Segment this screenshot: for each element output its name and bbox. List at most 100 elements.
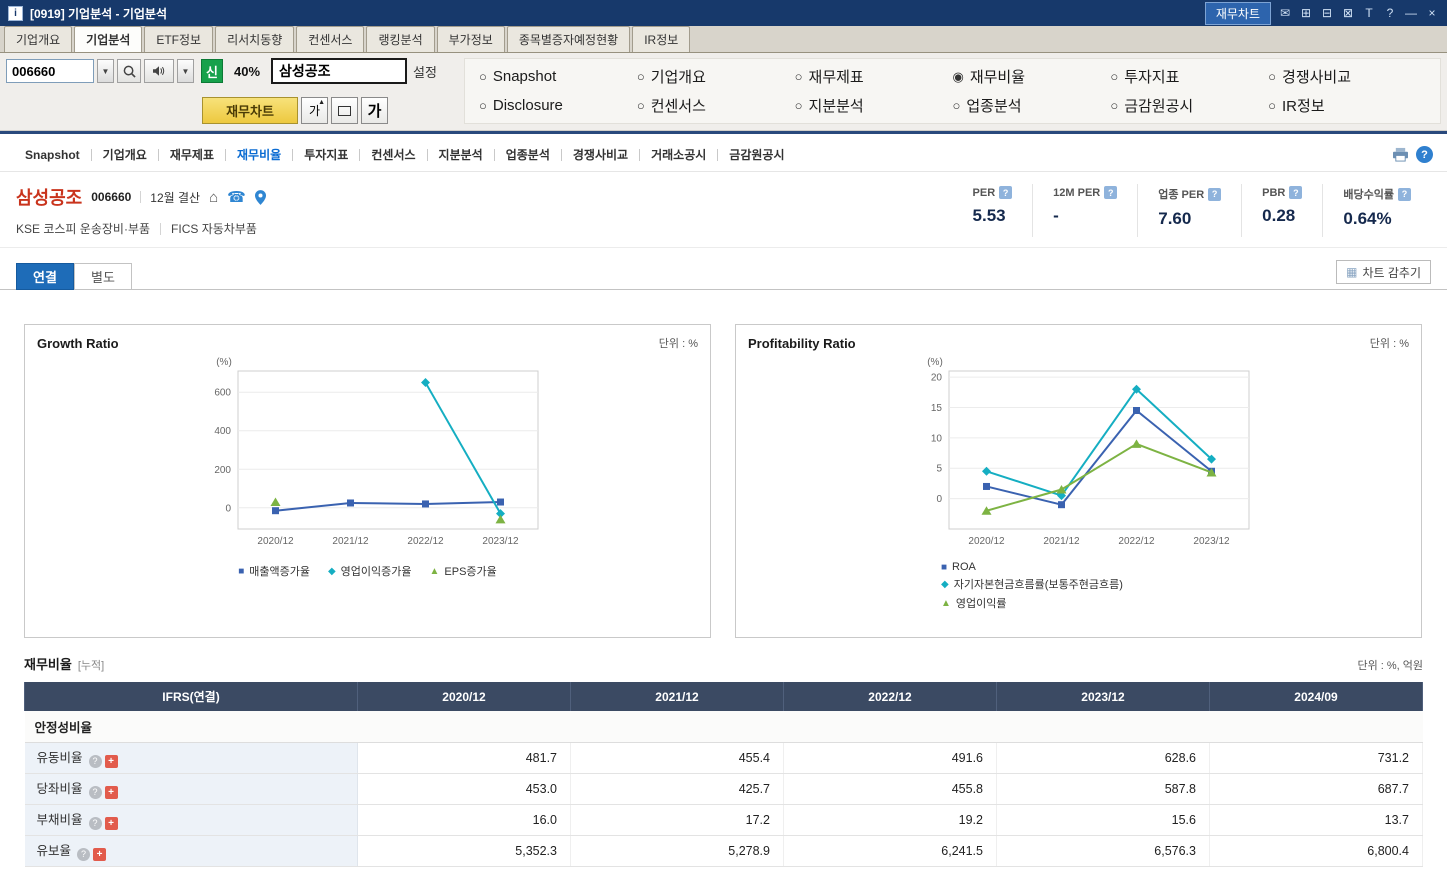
location-pin-icon[interactable] <box>254 189 266 205</box>
metric-value: - <box>1053 206 1059 225</box>
chart-buttons-row: 재무차트 가 ▲ 가 <box>6 97 454 124</box>
radio-unselected-icon: ○ <box>1110 69 1119 84</box>
main-tab-8[interactable]: IR정보 <box>632 26 691 52</box>
radio-option[interactable]: ○ 재무제표 <box>795 66 953 87</box>
help-icon[interactable]: ? <box>88 754 102 768</box>
value-cell: 5,352.3 <box>357 835 571 867</box>
metric: 업종 PER? 7.60 <box>1137 184 1241 237</box>
row-label: 유동비율 <box>36 751 83 765</box>
subnav-item[interactable]: 재무비율 <box>226 146 292 163</box>
profitability-ratio-chart: 0 5 10 15 20 (%) 2020/12 2021/12 2022/12 2023/12 <box>927 357 1249 547</box>
svg-text:2020/12: 2020/12 <box>968 536 1005 547</box>
print-button[interactable] <box>1392 147 1409 162</box>
help-icon[interactable]: ? <box>1398 187 1411 201</box>
legend-item: ▲ 영업이익률 <box>941 595 1421 611</box>
help-icon[interactable]: ? <box>1383 6 1397 20</box>
main-tab-6[interactable]: 부가정보 <box>436 26 505 52</box>
subnav-item[interactable]: 투자지표 <box>293 146 359 163</box>
hide-chart-button[interactable]: ▦ 차트 감추기 <box>1336 260 1431 284</box>
main-tab-7[interactable]: 종목별증자예정현황 <box>506 26 631 52</box>
subnav-actions: ? <box>1392 146 1433 163</box>
legend-label: EPS증가율 <box>444 566 497 578</box>
screen-icon[interactable]: ⊠ <box>1341 6 1355 20</box>
metric-label-row: 12M PER? <box>1053 186 1118 199</box>
view-tabs-row: 연결 별도 ▦ 차트 감추기 <box>0 256 1447 290</box>
svg-text:0: 0 <box>936 494 942 505</box>
help-icon[interactable]: ? <box>1208 187 1222 201</box>
svg-text:(%): (%) <box>216 357 232 368</box>
radio-option[interactable]: ○ 업종분석 <box>952 95 1110 116</box>
row-label-cell: 부채비율? + <box>24 804 358 836</box>
radio-option[interactable]: ○ 투자지표 <box>1110 66 1268 87</box>
main-tab-0[interactable]: 기업개요 <box>4 26 73 52</box>
cascade-windows-icon[interactable]: ⊟ <box>1320 6 1334 20</box>
view-tab[interactable]: 연결 <box>16 263 74 290</box>
font-smaller-button[interactable]: 가 ▲ <box>301 97 328 124</box>
subnav-item[interactable]: 컨센서스 <box>360 146 426 163</box>
view-tab[interactable]: 별도 <box>74 263 132 290</box>
metric-value: 7.60 <box>1158 209 1192 228</box>
main-tab-1[interactable]: 기업분석 <box>74 26 143 52</box>
value-cell: 628.6 <box>996 742 1210 774</box>
stock-controls-row: ▼ ▼ 신 40% 설정 <box>6 58 454 84</box>
expand-icon[interactable]: + <box>104 786 118 799</box>
help-icon[interactable]: ? <box>1289 186 1303 199</box>
help-icon[interactable]: ? <box>999 186 1013 199</box>
table-unit-label: 단위 : %, 억원 <box>1357 660 1423 672</box>
main-tab-4[interactable]: 컨센서스 <box>296 26 365 52</box>
speaker-button[interactable] <box>144 59 174 83</box>
radio-option[interactable]: ○ 컨센서스 <box>637 95 795 116</box>
radio-option[interactable]: ○ Snapshot <box>479 68 637 85</box>
home-icon[interactable]: ⌂ <box>209 189 218 206</box>
stock-code-input[interactable] <box>6 59 94 83</box>
tile-windows-icon[interactable]: ⊞ <box>1299 6 1313 20</box>
search-button[interactable] <box>117 59 141 83</box>
radio-option[interactable]: ○ IR정보 <box>1268 95 1426 116</box>
font-larger-button[interactable]: 가 <box>361 97 388 124</box>
help-icon[interactable]: ? <box>88 785 102 799</box>
subnav-item[interactable]: 경쟁사비교 <box>562 146 639 163</box>
help-button[interactable]: ? <box>1416 146 1433 163</box>
mail-icon[interactable]: ✉ <box>1278 6 1292 20</box>
radio-option[interactable]: ○ 경쟁사비교 <box>1268 66 1426 87</box>
close-icon[interactable]: × <box>1425 6 1439 20</box>
titlebar-finance-chart-button[interactable]: 재무차트 <box>1204 1 1271 25</box>
speaker-dropdown-icon[interactable]: ▼ <box>177 59 194 83</box>
minimize-icon[interactable]: — <box>1404 6 1418 20</box>
column-header: IFRS(연결) <box>24 682 358 711</box>
help-icon[interactable]: ? <box>1104 186 1118 199</box>
expand-icon[interactable]: + <box>104 817 118 830</box>
expand-icon[interactable]: + <box>104 755 118 768</box>
phone-icon[interactable]: ☎ <box>227 188 246 206</box>
subnav-item[interactable]: 업종분석 <box>495 146 561 163</box>
main-tab-2[interactable]: ETF정보 <box>144 26 214 52</box>
main-tab-5[interactable]: 랭킹분석 <box>366 26 435 52</box>
radio-option[interactable]: ◉ 재무비율 <box>952 66 1110 87</box>
help-icon[interactable]: ? <box>88 816 102 830</box>
subnav-item[interactable]: 지분분석 <box>428 146 494 163</box>
radio-option[interactable]: ○ 금감원공시 <box>1110 95 1268 116</box>
financial-table: IFRS(연결) 2020/12 2021/12 2022/12 2023/12 2024… <box>24 682 1423 867</box>
stock-code-dropdown-icon[interactable]: ▼ <box>97 59 114 83</box>
subnav-item[interactable]: 재무제표 <box>159 146 225 163</box>
radio-option[interactable]: ○ 기업개요 <box>637 66 795 87</box>
chart-unit-label: 단위 : % <box>658 338 698 350</box>
subnav-item[interactable]: 거래소공시 <box>640 146 717 163</box>
main-tab-3[interactable]: 리서치동향 <box>215 26 295 52</box>
radio-option[interactable]: ○ 지분분석 <box>795 95 953 116</box>
finance-chart-button[interactable]: 재무차트 <box>202 97 298 124</box>
expand-icon[interactable]: + <box>93 848 107 861</box>
radio-label: 금감원공시 <box>1124 98 1194 115</box>
subnav-item[interactable]: Snapshot <box>14 148 91 162</box>
text-tool-icon[interactable]: T <box>1362 6 1376 20</box>
subnav-item[interactable]: 기업개요 <box>92 146 158 163</box>
subnav-item[interactable]: 금감원공시 <box>718 146 795 163</box>
radio-option[interactable]: ○ Disclosure <box>479 97 637 114</box>
legend-label: 매출액증가율 <box>249 566 310 578</box>
help-icon[interactable]: ? <box>77 847 91 861</box>
table-row: 부채비율? +16.0 17.2 19.2 15.6 13.7 <box>24 804 1423 836</box>
financial-table-head-row: IFRS(연결) 2020/12 2021/12 2022/12 2023/12 2024… <box>24 682 1423 711</box>
fit-size-button[interactable] <box>331 97 358 124</box>
settings-label[interactable]: 설정 <box>413 62 437 81</box>
stock-name-input[interactable] <box>271 58 407 84</box>
